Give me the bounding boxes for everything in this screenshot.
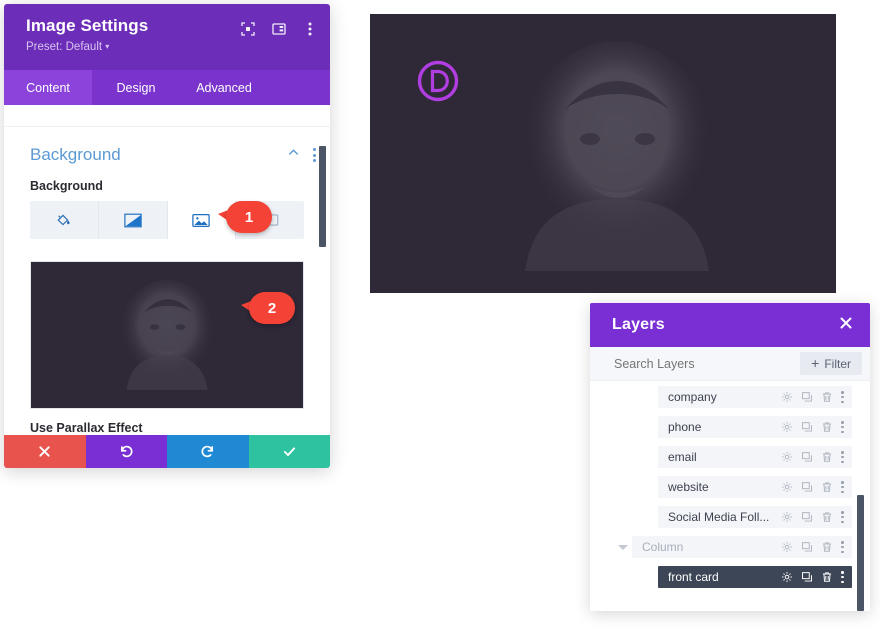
layers-title: Layers [612, 316, 665, 333]
panel-layout-icon[interactable] [271, 21, 287, 37]
background-type-tabs [30, 201, 304, 239]
section-title: Background [30, 145, 121, 164]
layer-name: front card [668, 570, 719, 584]
more-options-icon[interactable] [841, 481, 844, 493]
plus-icon: + [811, 354, 820, 371]
fullscreen-icon[interactable] [240, 21, 256, 37]
gear-icon[interactable] [781, 391, 793, 403]
trash-icon[interactable] [821, 481, 833, 493]
duplicate-icon[interactable] [801, 451, 813, 463]
layer-row[interactable]: Social Media Foll... [658, 506, 852, 528]
trash-icon[interactable] [821, 571, 833, 583]
duplicate-icon[interactable] [801, 541, 813, 553]
more-options-icon[interactable] [841, 541, 844, 553]
layer-row[interactable]: email [658, 446, 852, 468]
more-options-icon[interactable] [841, 571, 844, 583]
image-settings-modal: Image Settings Preset: Default ▾ Content… [4, 4, 330, 468]
layer-name: website [668, 480, 709, 494]
layer-row-actions [781, 391, 844, 403]
discard-button[interactable] [4, 435, 86, 468]
layer-name: company [668, 390, 717, 404]
divi-logo-icon [417, 60, 459, 102]
duplicate-icon[interactable] [801, 511, 813, 523]
filter-button[interactable]: + Filter [800, 352, 862, 375]
scrolled-row-partial [4, 105, 330, 127]
trash-icon[interactable] [821, 541, 833, 553]
background-color-tab[interactable] [30, 201, 98, 239]
more-options-icon[interactable] [312, 148, 316, 162]
modal-header-icons [240, 21, 318, 37]
tab-content[interactable]: Content [4, 70, 92, 105]
duplicate-icon[interactable] [801, 571, 813, 583]
more-options-icon[interactable] [841, 511, 844, 523]
canvas-image-preview [370, 14, 836, 293]
layer-row[interactable]: phone [658, 416, 852, 438]
more-options-icon[interactable] [302, 21, 318, 37]
layers-scrollbar-thumb[interactable] [857, 495, 864, 611]
modal-body: Background Background Use Parallax Effec… [4, 105, 330, 435]
filter-label: Filter [824, 356, 851, 371]
modal-action-bar [4, 435, 330, 468]
more-options-icon[interactable] [841, 391, 844, 403]
save-button[interactable] [248, 435, 330, 468]
gear-icon[interactable] [781, 541, 793, 553]
trash-icon[interactable] [821, 451, 833, 463]
layer-row-actions [781, 571, 844, 583]
layer-name: Social Media Foll... [668, 510, 770, 524]
portrait-thumbnail [118, 279, 216, 390]
preset-label: Preset: Default [26, 41, 103, 53]
modal-header: Image Settings Preset: Default ▾ [4, 4, 330, 70]
layer-row-actions [781, 481, 844, 493]
background-field-label: Background [30, 179, 103, 193]
duplicate-icon[interactable] [801, 391, 813, 403]
modal-tabs: Content Design Advanced [4, 70, 330, 105]
layer-name: phone [668, 420, 702, 434]
gear-icon[interactable] [781, 421, 793, 433]
layers-search-row: + Filter [590, 347, 870, 381]
layers-panel: Layers + Filter company phone email website… [590, 303, 870, 611]
layer-name: Column [642, 540, 684, 554]
gear-icon[interactable] [781, 451, 793, 463]
trash-icon[interactable] [821, 511, 833, 523]
more-options-icon[interactable] [841, 421, 844, 433]
layer-row-actions [781, 421, 844, 433]
redo-button[interactable] [167, 435, 249, 468]
gear-icon[interactable] [781, 511, 793, 523]
search-input[interactable] [612, 355, 801, 372]
background-section-header: Background [4, 127, 330, 173]
preset-selector[interactable]: Preset: Default ▾ [26, 40, 314, 55]
background-gradient-tab[interactable] [97, 201, 167, 239]
portrait-image [518, 40, 715, 271]
background-image-preview[interactable] [30, 261, 304, 409]
close-icon[interactable] [838, 315, 854, 336]
layer-row[interactable]: Column [632, 536, 852, 558]
modal-scrollbar-thumb[interactable] [319, 146, 326, 247]
chevron-down-icon: ▾ [105, 42, 110, 51]
chevron-up-icon[interactable] [287, 146, 300, 164]
duplicate-icon[interactable] [801, 421, 813, 433]
tab-design[interactable]: Design [92, 70, 180, 105]
more-options-icon[interactable] [841, 451, 844, 463]
layers-panel-header: Layers [590, 303, 870, 347]
background-video-tab[interactable] [235, 201, 304, 239]
trash-icon[interactable] [821, 391, 833, 403]
tab-advanced[interactable]: Advanced [180, 70, 268, 105]
trash-icon[interactable] [821, 421, 833, 433]
gear-icon[interactable] [781, 481, 793, 493]
layer-row-actions [781, 511, 844, 523]
layer-row-actions [781, 451, 844, 463]
undo-button[interactable] [85, 435, 167, 468]
layers-list: company phone email website Social Media Fol… [590, 382, 870, 611]
gear-icon[interactable] [781, 571, 793, 583]
layer-row[interactable]: website [658, 476, 852, 498]
layer-row[interactable]: company [658, 386, 852, 408]
layer-row[interactable]: front card [658, 566, 852, 588]
parallax-effect-label: Use Parallax Effect [30, 421, 143, 435]
background-image-tab[interactable] [166, 201, 236, 239]
duplicate-icon[interactable] [801, 481, 813, 493]
chevron-down-icon[interactable] [618, 545, 628, 550]
layer-name: email [668, 450, 697, 464]
layer-row-actions [781, 541, 844, 553]
